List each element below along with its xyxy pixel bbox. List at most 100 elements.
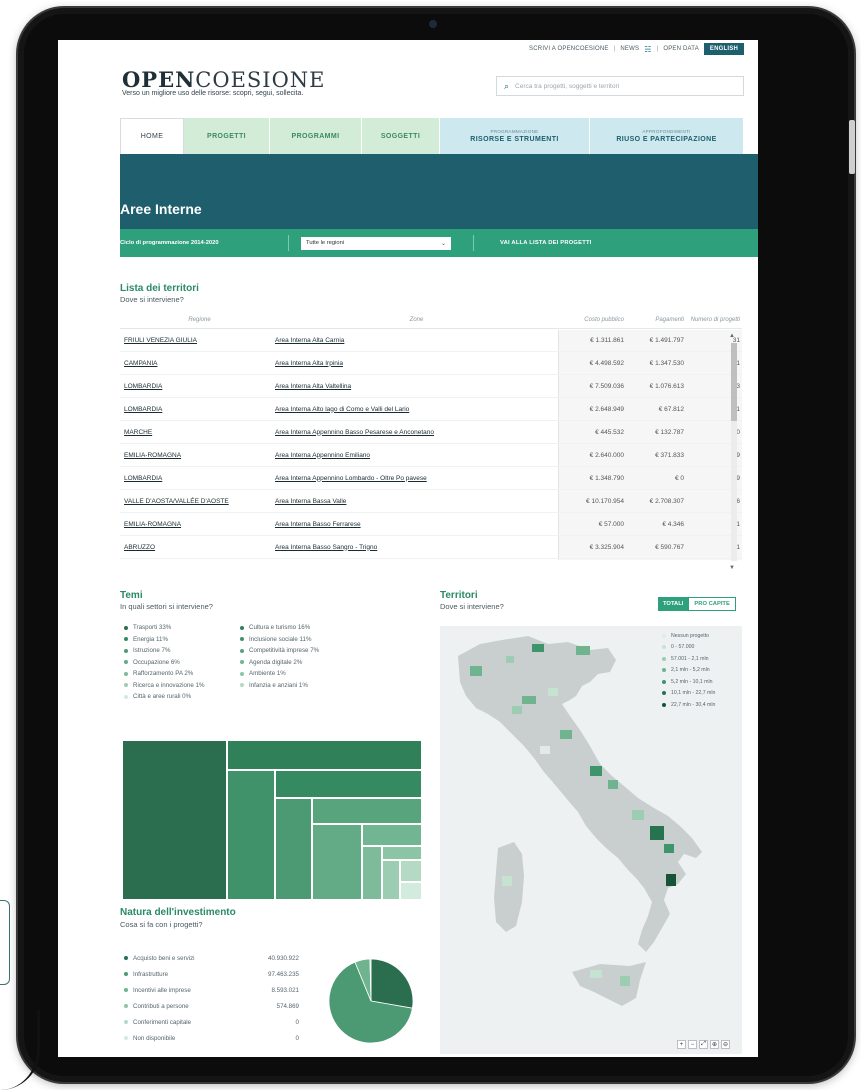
area-bassa-valle[interactable] — [470, 666, 482, 676]
nav-home[interactable]: HOME — [120, 118, 184, 154]
rss-icon[interactable]: ☵ — [644, 45, 651, 54]
region-select[interactable]: Tutte le regioni ⌄ — [301, 236, 451, 250]
natura-legend-item: Non disponibile 0 — [124, 1030, 304, 1046]
nav-riuso-partecipazione[interactable]: APPROFONDIMENTI RIUSO E PARTECIPAZIONE — [590, 118, 744, 154]
projects-list-link[interactable]: VAI ALLA LISTA DEI PROGETTI — [500, 240, 592, 246]
legend-dot-icon — [240, 660, 244, 665]
area-sicilia-2[interactable] — [620, 976, 630, 986]
area-alto-lago-como[interactable] — [506, 656, 514, 663]
reset-view-icon[interactable]: ⊖ — [721, 1040, 730, 1049]
col-header-numero[interactable]: Numero di progetti — [688, 317, 742, 323]
treemap-cell-agenda-digitale[interactable] — [362, 824, 422, 846]
cell-regione[interactable]: LOMBARDIA — [120, 383, 275, 390]
scroll-thumb[interactable] — [731, 343, 737, 421]
cell-regione[interactable]: ABRUZZO — [120, 544, 275, 551]
zoom-in-icon[interactable]: + — [677, 1040, 686, 1049]
area-alta-irpinia[interactable] — [632, 810, 644, 820]
table-row[interactable]: EMILIA-ROMAGNA Area Interna Appennino Emi… — [120, 444, 742, 467]
pie-slice[interactable] — [370, 958, 414, 1009]
cell-regione[interactable]: EMILIA-ROMAGNA — [120, 452, 275, 459]
cell-regione[interactable]: CAMPANIA — [120, 360, 275, 367]
table-row[interactable]: LOMBARDIA Area Interna Alto lago di Como … — [120, 398, 742, 421]
area-toscana[interactable] — [540, 746, 550, 754]
treemap-cell-ricerca[interactable] — [382, 860, 400, 900]
toggle-pro-capite[interactable]: PRO CAPITE — [688, 597, 736, 611]
cell-zona[interactable]: Area Interna Appennino Lombardo - Oltre … — [275, 475, 558, 482]
area-sicilia-1[interactable] — [590, 970, 602, 978]
search-input[interactable]: ⌕ Cerca tra progetti, soggetti e territo… — [496, 76, 744, 96]
table-scrollbar[interactable]: ▲ ▼ — [728, 333, 740, 571]
table-row[interactable]: VALLE D'AOSTA/VALLÉE D'AOSTE Area Interna… — [120, 490, 742, 513]
nav-risorse-strumenti[interactable]: PROGRAMMAZIONE RISORSE E STRUMENTI — [440, 118, 590, 154]
table-row[interactable]: MARCHE Area Interna Appennino Basso Pesar… — [120, 421, 742, 444]
table-row[interactable]: CAMPANIA Area Interna Alta Irpinia € 4.498… — [120, 352, 742, 375]
cell-zona[interactable]: Area Interna Alta Carnia — [275, 337, 558, 344]
area-alta-carnia[interactable] — [576, 646, 590, 655]
cell-zona[interactable]: Area Interna Basso Sangro - Trigno — [275, 544, 558, 551]
area-appennino-emiliano[interactable] — [522, 696, 536, 704]
natura-legend-value: 0 — [295, 1034, 299, 1042]
area-appennino-pesarese[interactable] — [560, 730, 572, 739]
area-basilicata[interactable] — [650, 826, 664, 840]
treemap-cell-competitivita[interactable] — [312, 798, 422, 824]
area-calabria[interactable] — [666, 874, 676, 886]
area-basso-ferrarese[interactable] — [548, 688, 558, 696]
area-oltrepo-pavese[interactable] — [512, 706, 522, 714]
natura-legend-item: Contributi a persone 574.869 — [124, 998, 304, 1014]
site-logo[interactable]: OPENCOESIONE — [122, 67, 326, 92]
treemap-cell-istruzione[interactable] — [275, 798, 312, 900]
zoom-out-icon[interactable]: − — [688, 1040, 697, 1049]
treemap-cell-inclusione[interactable] — [227, 770, 275, 900]
treemap-cell-occupazione[interactable] — [312, 824, 362, 900]
col-header-regione[interactable]: Regione — [120, 317, 275, 323]
cell-regione[interactable]: LOMBARDIA — [120, 475, 275, 482]
english-button[interactable]: ENGLISH — [703, 43, 744, 55]
col-header-costo[interactable]: Costo pubblico — [558, 317, 628, 323]
treemap-cell-infanzia[interactable] — [400, 860, 422, 882]
area-puglia[interactable] — [664, 844, 674, 853]
fullscreen-icon[interactable]: ⤢ — [699, 1040, 708, 1049]
table-row[interactable]: FRIULI VENEZIA GIULIA Area Interna Alta C… — [120, 329, 742, 352]
nav-programmi[interactable]: PROGRAMMI — [270, 118, 362, 154]
cell-regione[interactable]: FRIULI VENEZIA GIULIA — [120, 337, 275, 344]
scroll-down-icon[interactable]: ▼ — [729, 565, 735, 571]
table-row[interactable]: LOMBARDIA Area Interna Alta Valtellina € 7… — [120, 375, 742, 398]
area-basso-sangro[interactable] — [608, 780, 618, 789]
cell-regione[interactable]: MARCHE — [120, 429, 275, 436]
nav-soggetti[interactable]: SOGGETTI — [362, 118, 440, 154]
temi-legend-label: Energia 11% — [133, 635, 168, 643]
cell-regione[interactable]: LOMBARDIA — [120, 406, 275, 413]
treemap-cell-cultura-turismo[interactable] — [227, 740, 422, 770]
locate-icon[interactable]: ⊕ — [710, 1040, 719, 1049]
cell-zona[interactable]: Area Interna Alta Valtellina — [275, 383, 558, 390]
table-row[interactable]: LOMBARDIA Area Interna Appennino Lombardo… — [120, 467, 742, 490]
cell-zona[interactable]: Area Interna Basso Ferrarese — [275, 521, 558, 528]
col-header-zone[interactable]: Zone — [275, 317, 558, 323]
cell-regione[interactable]: VALLE D'AOSTA/VALLÉE D'AOSTE — [120, 498, 275, 505]
area-sardegna[interactable] — [502, 876, 512, 886]
cell-zona[interactable]: Area Interna Alto lago di Como e Valli d… — [275, 406, 558, 413]
cell-zona[interactable]: Area Interna Appennino Basso Pesarese e … — [275, 429, 558, 436]
cell-zona[interactable]: Area Interna Alta Irpinia — [275, 360, 558, 367]
treemap-cell-trasporti[interactable] — [122, 740, 227, 900]
link-news[interactable]: NEWS — [620, 46, 639, 52]
cell-zona[interactable]: Area Interna Bassa Valle — [275, 498, 558, 505]
link-open-data[interactable]: OPEN DATA — [663, 46, 699, 52]
area-alta-valtellina[interactable] — [532, 644, 544, 652]
area-abruzzo-1[interactable] — [590, 766, 602, 776]
toggle-totali[interactable]: TOTALI — [658, 597, 689, 611]
link-scrivi[interactable]: SCRIVI A OPENCOESIONE — [529, 46, 609, 52]
treemap-cell-rafforzamento-pa[interactable] — [362, 846, 382, 900]
nav-progetti[interactable]: PROGETTI — [184, 118, 270, 154]
table-row[interactable]: ABRUZZO Area Interna Basso Sangro - Trign… — [120, 536, 742, 559]
treemap-cell-energia[interactable] — [275, 770, 422, 798]
temi-legend-label: Ambiente 1% — [249, 670, 286, 678]
scroll-up-icon[interactable]: ▲ — [729, 333, 735, 339]
col-header-pagamenti[interactable]: Pagamenti — [628, 317, 688, 323]
table-row[interactable]: EMILIA-ROMAGNA Area Interna Basso Ferrare… — [120, 513, 742, 536]
cell-zona[interactable]: Area Interna Appennino Emiliano — [275, 452, 558, 459]
treemap-cell-citta[interactable] — [400, 882, 422, 900]
cell-regione[interactable]: EMILIA-ROMAGNA — [120, 521, 275, 528]
cell-costo: € 1.311.861 — [590, 336, 624, 344]
treemap-cell-ambiente[interactable] — [382, 846, 422, 860]
